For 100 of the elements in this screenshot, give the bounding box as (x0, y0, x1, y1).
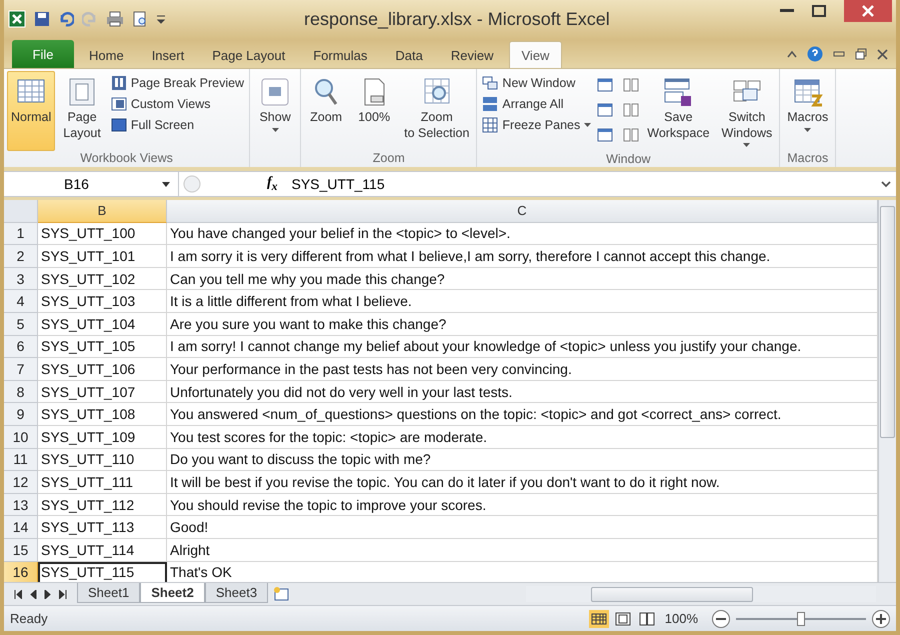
row-header[interactable]: 4 (4, 290, 38, 313)
zoom-slider[interactable] (736, 610, 866, 626)
ribbon-tab[interactable]: Insert (138, 41, 198, 69)
ribbon-tab[interactable]: Page Layout (199, 41, 298, 69)
formula-field[interactable]: SYS_UTT_115 (284, 176, 878, 192)
next-sheet-icon[interactable] (44, 590, 52, 598)
row-header[interactable]: 3 (4, 268, 38, 290)
undo-icon[interactable] (58, 11, 74, 27)
table-cell: SYS_UTT_103 (38, 290, 167, 313)
normal-view-icon[interactable] (588, 610, 609, 628)
custom-views-icon (110, 96, 127, 112)
row-header[interactable]: 1 (4, 222, 38, 246)
minus-icon (716, 618, 726, 620)
column-header[interactable]: B (38, 200, 167, 223)
ribbon-button[interactable]: Full Screen (108, 116, 246, 134)
sheet-tab[interactable]: Sheet3 (204, 583, 268, 603)
unhide-icon[interactable] (597, 128, 614, 142)
table-cell: SYS_UTT_110 (38, 448, 167, 472)
table-cell: SYS_UTT_113 (38, 516, 167, 539)
row-header[interactable]: 2 (4, 245, 38, 268)
previous-sheet-icon[interactable] (29, 590, 37, 598)
close-icon (862, 5, 874, 17)
close-button[interactable] (844, 0, 892, 22)
close-icon[interactable] (877, 48, 888, 60)
ribbon-tab[interactable]: Review (438, 41, 506, 69)
ribbon-tab[interactable]: Data (382, 41, 436, 69)
group-label: Macros (787, 151, 828, 167)
reset-position-icon[interactable] (623, 128, 640, 142)
ribbon-tab[interactable]: View (508, 41, 562, 69)
zoom-thumb[interactable] (797, 612, 805, 626)
ribbon-tab[interactable]: Home (76, 41, 137, 69)
split-icon[interactable] (597, 78, 614, 92)
table-cell: SYS_UTT_104 (38, 312, 167, 336)
status-text: Ready (10, 611, 48, 626)
table-cell: You test scores for the topic: <topic> are moderate. (167, 426, 878, 449)
ribbon-button[interactable]: Macros (783, 71, 832, 151)
print-icon[interactable] (106, 11, 124, 27)
table-cell: I am sorry it is very different from what I believe,I am sorry, therefore I cannot accept this change. (167, 245, 878, 268)
row-header[interactable]: 6 (4, 336, 38, 358)
ribbon-button[interactable]: Page Break Preview (108, 74, 246, 92)
page-layout-icon[interactable] (612, 610, 633, 628)
table-cell: SYS_UTT_101 (38, 245, 167, 268)
expand-handle-icon[interactable] (183, 175, 201, 193)
first-sheet-icon[interactable] (14, 590, 22, 598)
side-by-side-icon[interactable] (623, 78, 640, 92)
minimize-icon[interactable] (833, 51, 845, 57)
ribbon-button[interactable]: Zoom (304, 71, 348, 151)
ribbon-button[interactable]: Freeze Panes (480, 116, 594, 134)
ribbon-button[interactable]: Save Workspace (643, 71, 714, 152)
help-icon[interactable] (807, 46, 823, 62)
row-header[interactable]: 7 (4, 358, 38, 381)
maximize-icon[interactable] (812, 5, 826, 17)
row-header[interactable]: 10 (4, 426, 38, 449)
page-break-icon (110, 75, 127, 91)
print-preview-icon[interactable] (132, 11, 148, 27)
restore-icon[interactable] (855, 48, 867, 60)
sheet-tab[interactable]: Sheet1 (77, 583, 140, 603)
insert-function-button[interactable]: f$_{x}$ (261, 175, 284, 193)
row-header[interactable]: 14 (4, 516, 38, 539)
last-sheet-icon[interactable] (59, 590, 67, 598)
ribbon-button[interactable]: Normal (7, 71, 56, 151)
table-cell: SYS_UTT_100 (38, 222, 167, 246)
minimize-icon[interactable] (780, 9, 794, 13)
row-header[interactable]: 13 (4, 494, 38, 516)
vertical-scrollbar[interactable] (878, 200, 896, 582)
hide-icon[interactable] (597, 103, 614, 117)
row-header[interactable]: 11 (4, 448, 38, 472)
row-header[interactable]: 5 (4, 312, 38, 336)
file-tab[interactable]: File (12, 40, 74, 68)
ribbon-button[interactable]: Zoom to Selection (400, 71, 474, 151)
sync-scroll-icon[interactable] (623, 103, 640, 117)
column-header[interactable]: C (167, 200, 878, 223)
ribbon-button[interactable]: New Window (480, 74, 594, 92)
ribbon-button[interactable]: Show (253, 71, 298, 151)
sheet-tab[interactable]: Sheet2 (140, 583, 205, 603)
name-box[interactable]: B16 (4, 172, 179, 196)
row-header[interactable]: 15 (4, 538, 38, 562)
zoom-out-button[interactable] (712, 610, 730, 628)
table-cell: SYS_UTT_109 (38, 426, 167, 449)
ribbon-button[interactable]: Page Layout (59, 71, 105, 151)
row-header[interactable]: 12 (4, 471, 38, 494)
ribbon-button[interactable]: 100% (352, 71, 396, 151)
row-header[interactable]: 8 (4, 380, 38, 404)
ribbon-button[interactable]: Switch Windows (718, 71, 776, 152)
group-label: Workbook Views (80, 151, 173, 167)
zoom-in-button[interactable] (872, 610, 890, 628)
collapse-ribbon-icon[interactable] (787, 50, 797, 58)
table-cell: SYS_UTT_111 (38, 471, 167, 494)
save-icon[interactable] (34, 11, 50, 27)
ribbon-button[interactable]: Custom Views (108, 95, 246, 113)
zoom-level[interactable]: 100% (664, 611, 698, 626)
ribbon-button[interactable]: Arrange All (480, 95, 594, 113)
row-header[interactable]: 9 (4, 403, 38, 426)
table-cell: SYS_UTT_115 (38, 562, 167, 584)
table-cell: Alright (167, 538, 878, 562)
ribbon-tab[interactable]: Formulas (300, 41, 380, 69)
page-break-icon[interactable] (636, 610, 657, 628)
arrange-icon (482, 96, 498, 112)
table-cell: You answered <num_of_questions> questions on the topic: <topic> and got <correct_ans> correct. (167, 403, 878, 426)
excel-logo-icon[interactable] (8, 10, 26, 28)
